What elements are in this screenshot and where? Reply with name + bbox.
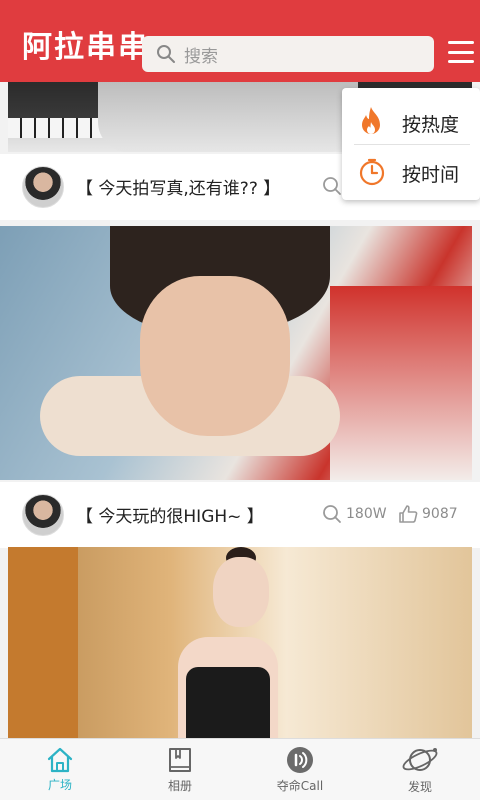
post-title[interactable]: 【 今天拍写真,还有谁?? 】 bbox=[76, 174, 280, 199]
tab-plaza[interactable]: 广场 bbox=[0, 739, 120, 800]
avatar[interactable] bbox=[22, 494, 64, 536]
likes-count: 9087 bbox=[422, 506, 458, 522]
home-icon bbox=[47, 747, 73, 772]
avatar[interactable] bbox=[22, 166, 64, 208]
tab-album-label: 相册 bbox=[167, 778, 192, 793]
tab-discover[interactable]: 发现 bbox=[360, 739, 480, 800]
thumbs-up-icon bbox=[399, 505, 418, 523]
search-icon bbox=[157, 45, 175, 63]
sort-by-time[interactable]: 按时间 bbox=[342, 148, 480, 198]
album-icon bbox=[169, 747, 191, 772]
search-bar[interactable]: 搜索 bbox=[142, 36, 434, 72]
header-bar: 阿拉串串 搜索 bbox=[0, 0, 480, 82]
planet-icon bbox=[402, 747, 438, 771]
app-title: 阿拉串串 bbox=[22, 30, 150, 65]
search-placeholder: 搜索 bbox=[184, 46, 218, 67]
post-image[interactable] bbox=[8, 547, 472, 738]
sort-by-time-label: 按时间 bbox=[402, 163, 460, 186]
tab-call[interactable]: 夺命Call bbox=[240, 739, 360, 800]
tab-call-label: 夺命Call bbox=[276, 778, 324, 793]
fire-icon bbox=[362, 107, 380, 134]
views-stat: 180W bbox=[322, 504, 387, 524]
sort-by-popularity-label: 按热度 bbox=[402, 113, 460, 136]
search-icon bbox=[323, 177, 341, 195]
sort-by-popularity[interactable]: 按热度 bbox=[342, 98, 480, 148]
call-icon bbox=[287, 746, 313, 773]
post-image[interactable] bbox=[0, 226, 472, 480]
likes-stat[interactable]: 9087 bbox=[398, 504, 458, 524]
views-count: 180W bbox=[346, 506, 387, 522]
post-info-row: 【 今天玩的很HIGH~ 】 180W 9087 bbox=[0, 482, 480, 548]
post-title[interactable]: 【 今天玩的很HIGH~ 】 bbox=[76, 502, 264, 527]
search-icon bbox=[323, 505, 341, 523]
bottom-tab-bar: 广场 相册 夺命Call 发现 bbox=[0, 738, 480, 800]
sort-dropdown: 按热度 按时间 bbox=[342, 88, 480, 200]
tab-plaza-label: 广场 bbox=[47, 777, 72, 792]
clock-icon bbox=[359, 158, 385, 186]
tab-album[interactable]: 相册 bbox=[120, 739, 240, 800]
menu-icon[interactable] bbox=[448, 38, 474, 66]
divider bbox=[354, 144, 470, 145]
tab-discover-label: 发现 bbox=[407, 779, 432, 794]
